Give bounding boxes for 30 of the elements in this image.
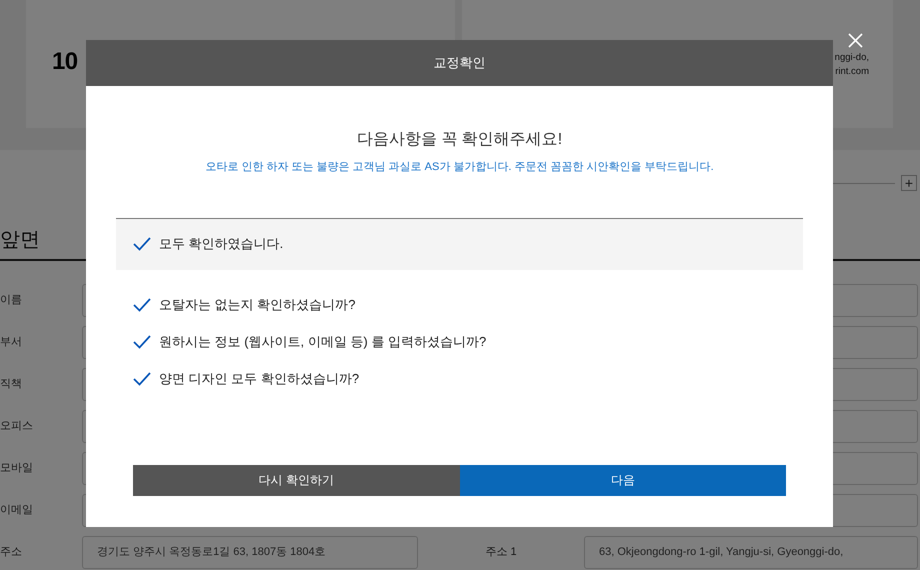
card-text: nggi-do, (834, 51, 869, 65)
next-button[interactable]: 다음 (460, 464, 786, 496)
check-label: 원하시는 정보 (웹사이트, 이메일 등) 를 입력하셨습니까? (159, 333, 486, 352)
close-icon[interactable] (848, 33, 863, 48)
section-title: 앞면 (0, 228, 40, 253)
field-label: 이메일 (0, 503, 34, 518)
check-label: 오탈자는 없는지 확인하셨습니까? (159, 296, 356, 314)
checkmark-icon[interactable] (133, 298, 151, 312)
field-label: 주소 (0, 545, 23, 560)
dialog-heading: 다음사항을 꼭 확인해주세요! (356, 130, 562, 150)
field-label: 오피스 (0, 419, 34, 434)
checkmark-icon[interactable] (133, 372, 151, 386)
recheck-button[interactable]: 다시 확인하기 (133, 464, 460, 496)
logo-text: 10 (52, 47, 78, 77)
card-text: rint.com (835, 65, 869, 79)
checkmark-icon[interactable] (133, 237, 151, 251)
add-button[interactable]: + (901, 175, 917, 191)
text-field[interactable]: 63, Okjeongdong-ro 1-gil, Yangju-si, Gyeonggi-do, (584, 536, 918, 569)
dialog-title: 교정확인 (434, 54, 486, 72)
confirm-all-row[interactable]: 모두 확인하였습니다. (116, 218, 803, 270)
checkmark-icon[interactable] (133, 335, 151, 349)
check-label: 양면 디자인 모두 확인하셨습니까? (159, 370, 360, 388)
field-label: 주소 1 (485, 545, 517, 560)
check-label: 모두 확인하였습니다. (159, 235, 284, 254)
field-label: 모바일 (0, 461, 34, 476)
field-label: 직책 (0, 377, 23, 392)
field-label: 부서 (0, 335, 23, 350)
notice-text: 오타로 인한 하자 또는 불량은 고객님 과실로 AS가 불가합니다. 주문전 꼼꼼한 시안확인을 부탁드립니다. (205, 160, 714, 175)
field-label: 이름 (0, 293, 23, 308)
text-field[interactable]: 경기도 양주시 옥정동로1길 63, 1807동 1804호 (82, 536, 418, 569)
